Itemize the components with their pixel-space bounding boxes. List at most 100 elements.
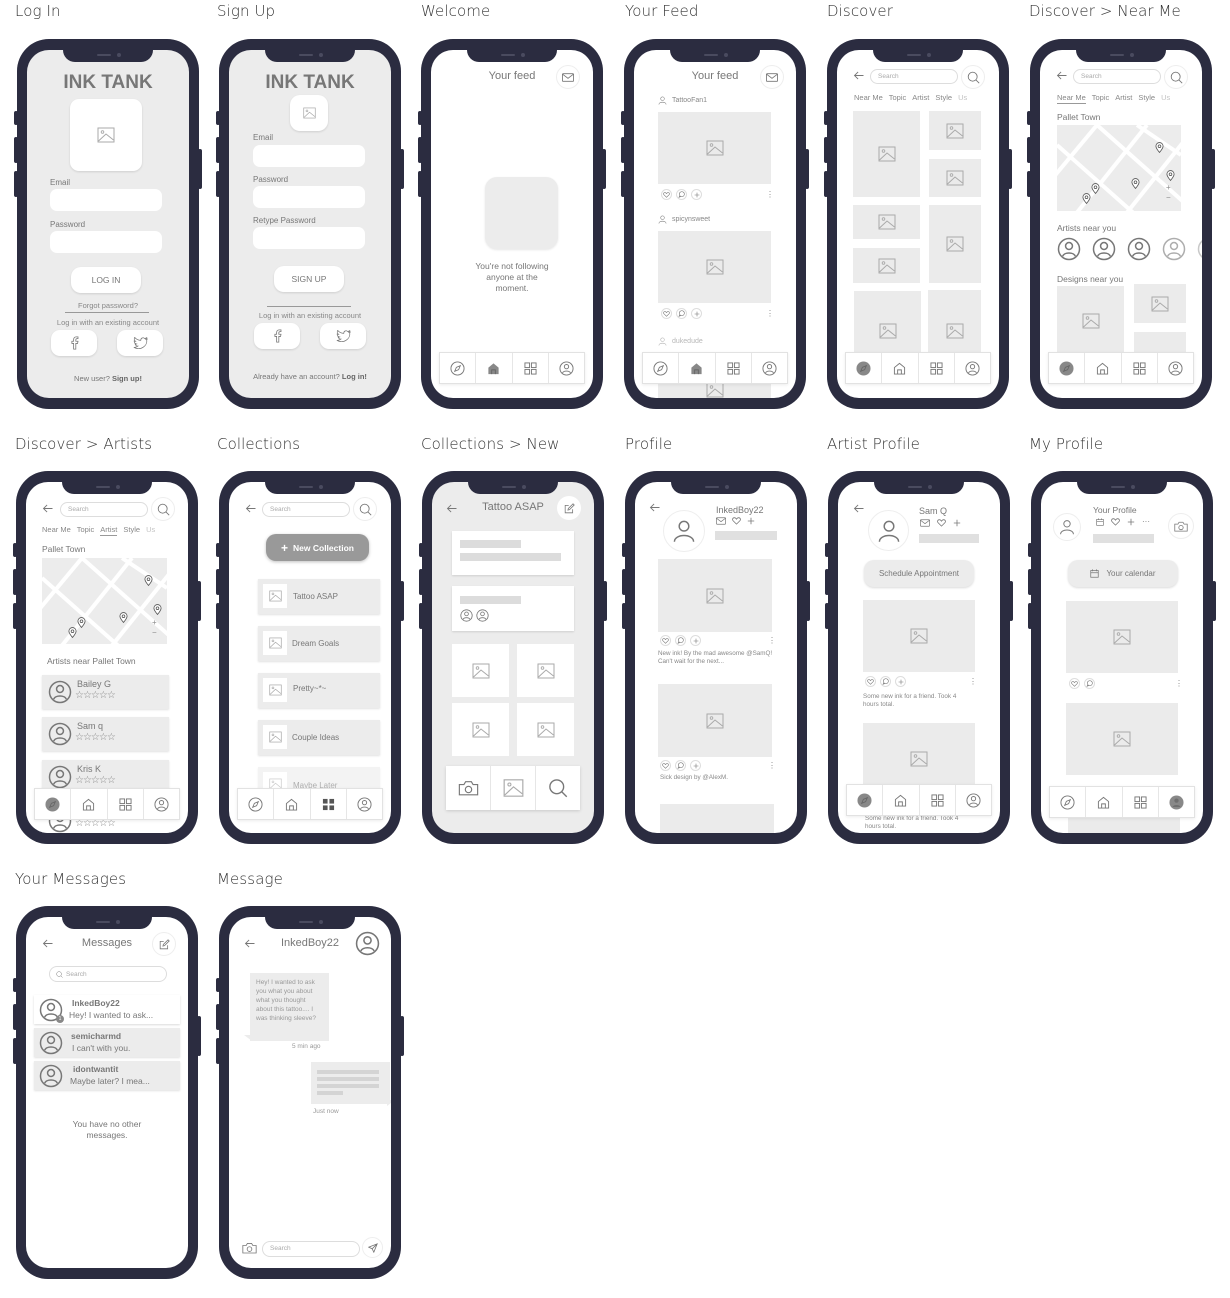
- edit-button[interactable]: [557, 496, 581, 520]
- zoom-in-button[interactable]: +: [1166, 183, 1171, 193]
- nav-profile[interactable]: [752, 353, 787, 383]
- collection-item[interactable]: Couple Ideas: [258, 720, 380, 755]
- nav-collections[interactable]: [108, 789, 144, 819]
- save-button[interactable]: [895, 676, 906, 687]
- twitter-login-button[interactable]: [117, 330, 163, 356]
- like-button[interactable]: [660, 635, 671, 646]
- artist-avatar[interactable]: [1092, 237, 1116, 261]
- map-pin-icon[interactable]: [1155, 142, 1164, 153]
- post-image[interactable]: [660, 804, 774, 833]
- artist-avatar[interactable]: [1127, 237, 1151, 261]
- search-images-button[interactable]: [536, 766, 580, 810]
- gallery-button[interactable]: [491, 766, 536, 810]
- nav-collections[interactable]: [920, 785, 956, 815]
- nav-profile[interactable]: [1159, 787, 1194, 817]
- heart-icon[interactable]: [732, 517, 741, 525]
- save-button[interactable]: [690, 635, 701, 646]
- map-pin-icon[interactable]: [1166, 170, 1175, 181]
- artist-avatar[interactable]: [1057, 237, 1081, 261]
- save-button[interactable]: [691, 308, 702, 319]
- plus-icon[interactable]: [953, 519, 961, 527]
- nav-discover[interactable]: [1049, 353, 1086, 383]
- nav-home[interactable]: [883, 785, 920, 815]
- nav-home[interactable]: [1086, 787, 1123, 817]
- nav-collections[interactable]: [1122, 353, 1158, 383]
- like-button[interactable]: [660, 760, 671, 771]
- tab-style[interactable]: Style: [935, 93, 952, 102]
- nav-discover[interactable]: [440, 353, 477, 383]
- post-image[interactable]: [1068, 817, 1180, 833]
- zoom-out-button[interactable]: −: [152, 628, 157, 638]
- forgot-password-link[interactable]: Forgot password?: [27, 301, 189, 310]
- tab-users[interactable]: Us: [1161, 93, 1170, 104]
- nav-home[interactable]: [71, 789, 108, 819]
- nav-discover[interactable]: [643, 353, 680, 383]
- facebook-login-button[interactable]: [254, 323, 300, 349]
- heart-icon[interactable]: [1111, 518, 1120, 526]
- mail-icon[interactable]: [716, 517, 726, 525]
- zoom-in-button[interactable]: +: [152, 618, 157, 628]
- mail-icon[interactable]: [920, 519, 930, 527]
- nav-profile[interactable]: [549, 353, 584, 383]
- password-input[interactable]: [253, 186, 365, 208]
- design-tile[interactable]: [853, 248, 920, 283]
- email-input[interactable]: [253, 145, 365, 167]
- tab-near-me[interactable]: Near Me: [1057, 93, 1086, 104]
- tab-artist[interactable]: Artist: [912, 93, 929, 102]
- search-input[interactable]: Search: [49, 966, 167, 982]
- tab-near-me[interactable]: Near Me: [42, 525, 71, 536]
- login-link[interactable]: Log in!: [342, 372, 367, 381]
- nav-profile[interactable]: [347, 789, 382, 819]
- comment-button[interactable]: [675, 760, 686, 771]
- nav-collections[interactable]: [1123, 787, 1159, 817]
- post-image[interactable]: [1066, 703, 1178, 775]
- comment-button[interactable]: [675, 635, 686, 646]
- post-image[interactable]: [658, 684, 772, 757]
- password-input[interactable]: [50, 231, 162, 253]
- more-options-icon[interactable]: ⋮: [768, 762, 776, 770]
- more-options-icon[interactable]: ⋮: [766, 191, 774, 199]
- like-button[interactable]: [1069, 678, 1080, 689]
- collection-item[interactable]: Tattoo ASAP: [258, 579, 380, 614]
- messages-button[interactable]: [760, 65, 784, 89]
- nav-collections[interactable]: [919, 353, 955, 383]
- collection-image[interactable]: [452, 644, 509, 697]
- search-input[interactable]: Search: [1073, 69, 1161, 84]
- map-pin-icon[interactable]: [1082, 193, 1091, 204]
- compose-button[interactable]: [152, 932, 176, 956]
- post-header[interactable]: TattooFan1: [658, 96, 707, 105]
- design-tile[interactable]: [929, 205, 981, 283]
- search-input[interactable]: Search: [870, 69, 958, 84]
- nav-home[interactable]: [679, 353, 716, 383]
- design-tile[interactable]: [853, 205, 920, 239]
- post-image[interactable]: [658, 559, 772, 632]
- send-button[interactable]: [362, 1237, 383, 1258]
- artist-avatar[interactable]: [1162, 237, 1186, 261]
- map-pin-icon[interactable]: [77, 617, 86, 628]
- message-thread[interactable]: 1 InkedBoy22 Hey! I wanted to ask...: [34, 995, 180, 1024]
- nav-collections[interactable]: [513, 353, 549, 383]
- design-tile[interactable]: [929, 111, 981, 150]
- like-button[interactable]: [661, 308, 672, 319]
- camera-icon[interactable]: [242, 1242, 257, 1254]
- nav-discover[interactable]: [1050, 787, 1087, 817]
- avatar-upload-placeholder[interactable]: [290, 95, 328, 131]
- collection-image[interactable]: [517, 703, 574, 756]
- zoom-out-button[interactable]: −: [1166, 193, 1171, 203]
- message-thread[interactable]: idontwantit Maybe later? I mea...: [34, 1061, 180, 1090]
- collection-details-card[interactable]: [452, 531, 574, 575]
- comment-button[interactable]: [1084, 678, 1095, 689]
- nav-profile[interactable]: [144, 789, 179, 819]
- nav-profile[interactable]: [1158, 353, 1193, 383]
- comment-button[interactable]: [880, 676, 891, 687]
- plus-icon[interactable]: [1127, 518, 1135, 526]
- search-button[interactable]: [1164, 65, 1188, 89]
- tab-near-me[interactable]: Near Me: [854, 93, 883, 102]
- retype-password-input[interactable]: [253, 227, 365, 249]
- message-input[interactable]: Search: [262, 1241, 360, 1257]
- design-tile[interactable]: [1134, 284, 1186, 323]
- nav-home[interactable]: [476, 353, 513, 383]
- like-button[interactable]: [865, 676, 876, 687]
- messages-button[interactable]: [556, 65, 580, 89]
- collaborator-avatar-icon[interactable]: [460, 609, 473, 622]
